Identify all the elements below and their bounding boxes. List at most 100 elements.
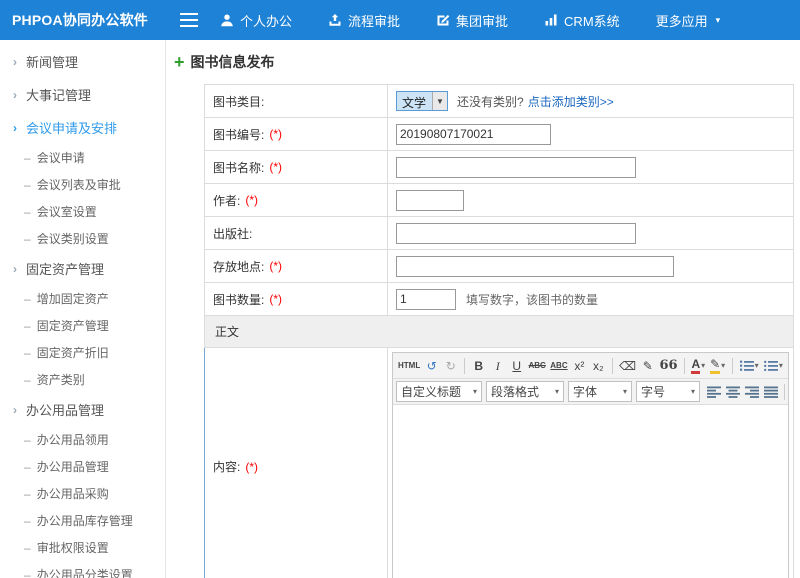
caret-down-icon: ▼ (432, 92, 447, 110)
font-color-button[interactable]: A▾ (689, 356, 708, 376)
caret-down-icon: ▾ (755, 361, 759, 370)
strikethrough-button-glyph: ABC (528, 362, 545, 370)
text-input[interactable] (396, 289, 456, 310)
align-center-icon (726, 386, 740, 398)
form-row: 图书类目:文学▼还没有类别?点击添加类别>> (205, 85, 793, 118)
redo-button[interactable]: ↻ (441, 356, 460, 376)
sidebar-group-label: 办公用品管理 (26, 400, 104, 419)
required-mark: (*) (269, 259, 282, 273)
ordered-list-icon (739, 360, 754, 372)
undo-button[interactable]: ↺ (422, 356, 441, 376)
nav-item-2[interactable]: 流程审批 (328, 11, 400, 30)
page-title-text: 图书信息发布 (191, 52, 275, 72)
nav-item-1[interactable]: 个人办公 (220, 11, 292, 30)
sidebar-item[interactable]: –资产类别 (0, 366, 165, 393)
dash-icon: – (24, 319, 31, 333)
sidebar-item[interactable]: –固定资产管理 (0, 312, 165, 339)
ordered-list-button[interactable]: ▾ (737, 356, 761, 376)
toolbar-separator (732, 358, 733, 374)
align-left-icon (707, 386, 721, 398)
sidebar-item[interactable]: –会议申请 (0, 144, 165, 171)
nav-item-5[interactable]: 更多应用▾ (656, 11, 721, 30)
field-label-text: 存放地点: (213, 258, 264, 275)
italic-button[interactable]: I (488, 356, 507, 376)
sidebar-item[interactable]: –会议类别设置 (0, 225, 165, 252)
add-category-link[interactable]: 点击添加类别>> (528, 93, 614, 110)
sidebar-item-label: 办公用品分类设置 (37, 568, 133, 578)
sidebar-item[interactable]: –办公用品采购 (0, 480, 165, 507)
sidebar-group[interactable]: ›新闻管理 (0, 45, 165, 78)
caret-down-icon: ▾ (701, 361, 705, 370)
superscript-button[interactable]: x² (570, 356, 589, 376)
chevron-right-icon: › (13, 403, 17, 417)
align-right-icon (745, 386, 759, 398)
dash-icon: – (24, 460, 31, 474)
html-source-button-glyph: HTML (398, 362, 420, 370)
editor-toolbar-row2: 自定义标题▾段落格式▾字体▾字号▾ (393, 379, 788, 405)
sidebar-group[interactable]: ›固定资产管理 (0, 252, 165, 285)
underline-button[interactable]: U (507, 356, 526, 376)
sidebar-item-label: 会议类别设置 (37, 232, 109, 246)
field-hint: 填写数字，该图书的数量 (466, 291, 598, 308)
body-section-bar: 正文 (205, 316, 793, 348)
text-input[interactable] (396, 256, 674, 277)
remove-format-button[interactable]: ⌫ (617, 356, 638, 376)
sidebar-item[interactable]: –会议室设置 (0, 198, 165, 225)
font-size-select[interactable]: 字号▾ (636, 381, 700, 402)
blockquote-button[interactable]: 66 (657, 356, 679, 376)
chart-icon (544, 13, 558, 27)
text-input[interactable] (396, 124, 551, 145)
font-family-select[interactable]: 字体▾ (568, 381, 632, 402)
caret-down-icon: ▾ (555, 387, 559, 396)
chevron-right-icon: › (13, 55, 17, 69)
sidebar-item-label: 增加固定资产 (37, 292, 109, 306)
nav-item-4[interactable]: CRM系统 (544, 11, 620, 30)
unordered-list-button[interactable]: ▾ (761, 356, 785, 376)
sidebar-item[interactable]: –办公用品领用 (0, 426, 165, 453)
sidebar-group[interactable]: ›会议申请及安排 (0, 111, 165, 144)
paragraph-format-select[interactable]: 段落格式▾ (486, 381, 564, 402)
form-row: 图书名称:(*) (205, 151, 793, 184)
sidebar-group[interactable]: ›大事记管理 (0, 78, 165, 111)
align-justify-button[interactable] (761, 382, 780, 402)
custom-title-select[interactable]: 自定义标题▾ (396, 381, 482, 402)
sidebar-item[interactable]: –固定资产折旧 (0, 339, 165, 366)
field-label: 出版社: (205, 217, 388, 249)
align-justify-icon (764, 386, 778, 398)
text-input[interactable] (396, 157, 636, 178)
italic-button-glyph: I (496, 360, 500, 372)
text-input[interactable] (396, 190, 464, 211)
highlight-color-button[interactable]: ✎▾ (708, 356, 728, 376)
caret-down-icon: ▾ (721, 361, 725, 370)
sidebar-item[interactable]: –办公用品管理 (0, 453, 165, 480)
strikethrough-button[interactable]: ABC (526, 356, 548, 376)
hamburger-menu-icon[interactable] (180, 13, 198, 27)
field-label: 作者:(*) (205, 184, 388, 216)
editor-content-area[interactable] (393, 405, 788, 578)
dash-icon: – (24, 568, 31, 578)
sidebar-item[interactable]: –办公用品分类设置 (0, 561, 165, 578)
subscript-button[interactable]: x₂ (589, 356, 608, 376)
category-select[interactable]: 文学▼ (396, 91, 448, 111)
dash-icon: – (24, 541, 31, 555)
sidebar-item[interactable]: –会议列表及审批 (0, 171, 165, 198)
sidebar-item[interactable]: –增加固定资产 (0, 285, 165, 312)
sidebar-item[interactable]: –审批权限设置 (0, 534, 165, 561)
sidebar-menu: ›新闻管理›大事记管理›会议申请及安排–会议申请–会议列表及审批–会议室设置–会… (0, 40, 166, 578)
unordered-list-icon (763, 360, 778, 372)
html-source-button[interactable]: HTML (396, 356, 422, 376)
field-label-text: 出版社: (213, 225, 252, 242)
format-painter-button[interactable]: ✎ (638, 356, 657, 376)
text-input[interactable] (396, 223, 636, 244)
align-left-button[interactable] (704, 382, 723, 402)
align-center-button[interactable] (723, 382, 742, 402)
sidebar-item-label: 会议列表及审批 (37, 178, 121, 192)
sidebar-group[interactable]: › 办公用品管理 (0, 393, 165, 426)
bold-button[interactable]: B (469, 356, 488, 376)
nav-item-3[interactable]: 集团审批 (436, 11, 508, 30)
spellcheck-button[interactable]: ABC (548, 356, 570, 376)
required-mark: (*) (269, 127, 282, 141)
sidebar-item-label: 审批权限设置 (37, 541, 109, 555)
align-right-button[interactable] (742, 382, 761, 402)
sidebar-item[interactable]: –办公用品库存管理 (0, 507, 165, 534)
